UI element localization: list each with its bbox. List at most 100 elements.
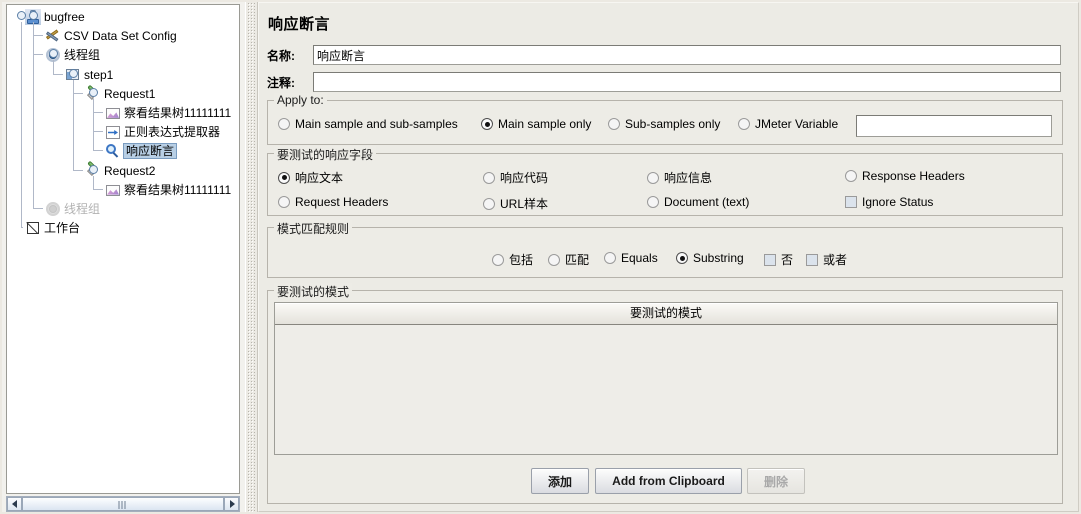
listener-icon — [105, 182, 121, 198]
scroll-left-button[interactable] — [7, 497, 22, 511]
grip-icon — [118, 501, 128, 509]
radio-matches[interactable]: 匹配 — [548, 251, 589, 268]
add-from-clipboard-button[interactable]: Add from Clipboard — [595, 468, 742, 494]
tree-horizontal-scrollbar[interactable] — [6, 496, 240, 512]
tree-connector — [21, 227, 23, 229]
workbench-icon — [25, 220, 41, 236]
test-plan-tree[interactable]: bugfree CSV Data Set Config 线程组 step1 Reques… — [7, 5, 239, 493]
tree-node-6[interactable]: 正则表达式提取器 — [105, 122, 220, 140]
scrollbar-thumb[interactable] — [22, 497, 224, 511]
radio-response-code[interactable]: 响应代码 — [483, 169, 548, 186]
radio-icon — [492, 253, 504, 266]
tree-node-7[interactable]: 响应断言 — [105, 141, 178, 160]
tree-node-10[interactable]: 线程组 — [45, 199, 100, 217]
radio-icon — [278, 171, 290, 184]
option-label: URL样本 — [500, 197, 549, 211]
tree-node-label: step1 — [84, 67, 114, 82]
radio-icon — [845, 170, 857, 182]
scrollbar-track[interactable] — [22, 497, 224, 511]
checkbox-icon — [764, 253, 776, 266]
pattern-matching-rules-group: 模式匹配规则 包括 匹配 Equals Substring 否 或者 — [267, 220, 1063, 278]
checkbox-not[interactable]: 否 — [764, 251, 793, 268]
radio-document-text[interactable]: Document (text) — [647, 195, 749, 209]
option-label: Ignore Status — [862, 195, 934, 209]
patterns-table-column-header[interactable]: 要测试的模式 — [275, 303, 1057, 325]
radio-response-message[interactable]: 响应信息 — [647, 169, 712, 186]
tree-expand-handle[interactable] — [29, 11, 38, 20]
radio-request-headers[interactable]: Request Headers — [278, 195, 388, 209]
option-label: 包括 — [509, 253, 534, 267]
scroll-right-button[interactable] — [224, 497, 239, 511]
jmeter-variable-input[interactable] — [856, 115, 1052, 137]
tree-node-label: 线程组 — [64, 201, 101, 216]
option-label: JMeter Variable — [755, 117, 839, 131]
checkbox-or[interactable]: 或者 — [806, 251, 847, 268]
radio-jmeter-variable[interactable]: JMeter Variable — [738, 117, 838, 131]
tree-connector — [93, 188, 103, 190]
checkbox-icon — [806, 253, 818, 266]
tree-expand-handle[interactable] — [89, 87, 98, 97]
tree-node-5[interactable]: 察看结果树11111111 — [105, 103, 231, 121]
option-label: Sub-samples only — [625, 117, 721, 131]
tree-node-11[interactable]: 工作台 — [25, 218, 80, 236]
tree-connector — [33, 35, 43, 37]
option-label: Document (text) — [664, 195, 750, 209]
tree-scroll-area[interactable]: bugfree CSV Data Set Config 线程组 step1 Reques… — [6, 4, 240, 494]
tree-node-label: 正则表达式提取器 — [124, 125, 221, 140]
patterns-table-body[interactable] — [275, 325, 1057, 454]
splitter-texture — [247, 2, 255, 512]
option-label: 匹配 — [565, 253, 590, 267]
tree-node-1[interactable]: CSV Data Set Config — [45, 26, 177, 44]
radio-icon — [278, 196, 290, 208]
radio-sub-samples-only[interactable]: Sub-samples only — [608, 117, 720, 131]
radio-response-text[interactable]: 响应文本 — [278, 169, 343, 186]
option-label: 响应文本 — [295, 171, 344, 185]
tree-connector — [53, 73, 63, 75]
name-row: 名称: — [267, 45, 1067, 65]
response-field-legend: 要测试的响应字段 — [274, 146, 377, 163]
tree-expand-handle[interactable] — [69, 68, 78, 78]
response-field-group: 要测试的响应字段 响应文本 响应代码 响应信息 Response Headers — [267, 146, 1063, 216]
add-button[interactable]: 添加 — [531, 468, 589, 494]
checkbox-ignore-status[interactable]: Ignore Status — [845, 195, 933, 209]
checkbox-icon — [845, 196, 857, 208]
radio-equals[interactable]: Equals — [604, 251, 658, 265]
radio-icon — [481, 118, 493, 130]
name-input[interactable] — [313, 45, 1061, 65]
radio-url-sample[interactable]: URL样本 — [483, 195, 548, 212]
radio-contains[interactable]: 包括 — [492, 251, 533, 268]
tree-node-label: 察看结果树11111111 — [124, 105, 232, 120]
pattern-rules-legend: 模式匹配规则 — [274, 220, 353, 237]
radio-main-sample-and-sub-samples[interactable]: Main sample and sub-samples — [278, 117, 458, 131]
tree-expand-handle[interactable] — [17, 11, 26, 20]
tree-node-label: CSV Data Set Config — [64, 29, 177, 44]
tree-connector — [33, 54, 43, 56]
radio-icon — [483, 171, 495, 184]
listener-icon — [105, 105, 121, 121]
panel-splitter[interactable] — [245, 2, 258, 512]
radio-icon — [647, 171, 659, 184]
option-label: Response Headers — [862, 169, 965, 183]
comment-input[interactable] — [313, 72, 1061, 92]
tree-node-9[interactable]: 察看结果树11111111 — [105, 180, 231, 198]
assertion-icon — [105, 143, 121, 159]
tree-connector — [33, 22, 34, 208]
radio-response-headers[interactable]: Response Headers — [845, 169, 965, 183]
tree-connector — [73, 92, 83, 94]
tree-node-label: Request1 — [104, 86, 156, 101]
patterns-table[interactable]: 要测试的模式 — [274, 302, 1058, 455]
thread-group-icon — [45, 201, 61, 217]
tree-connector — [93, 98, 94, 151]
option-label: 或者 — [823, 253, 848, 267]
tree-connector — [21, 22, 22, 228]
tree-expand-handle[interactable] — [89, 164, 98, 174]
apply-to-group: Apply to: Main sample and sub-samples Ma… — [267, 93, 1063, 145]
tree-node-label: 线程组 — [64, 48, 101, 63]
radio-substring[interactable]: Substring — [676, 251, 744, 265]
radio-icon — [738, 118, 750, 130]
tree-node-label: 工作台 — [44, 221, 81, 236]
option-label: Request Headers — [295, 195, 389, 209]
tree-connector — [93, 175, 94, 189]
delete-button: 删除 — [747, 468, 805, 494]
radio-main-sample-only[interactable]: Main sample only — [481, 117, 591, 131]
